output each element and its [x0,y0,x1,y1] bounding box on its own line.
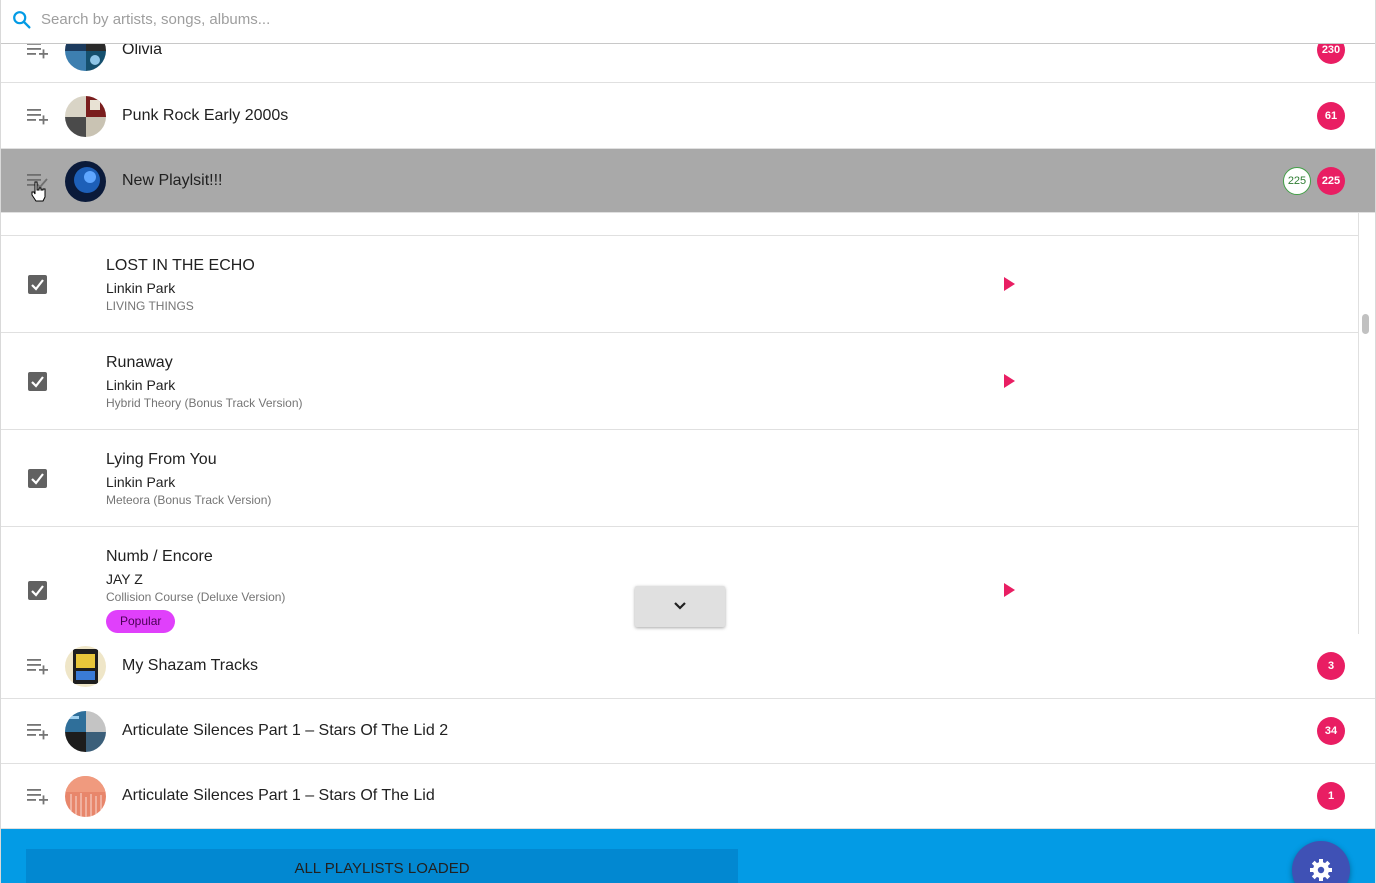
expand-more-button[interactable] [635,586,725,627]
queue-add-icon[interactable] [26,721,50,741]
play-icon[interactable] [1004,583,1015,597]
track-title: Runaway [106,354,173,371]
playlist-name: My Shazam Tracks [122,657,259,674]
playlist-name: Articulate Silences Part 1 – Stars Of Th… [122,722,449,739]
footer-bar: ALL PLAYLISTS LOADED [1,829,1375,883]
playlist-avatar [65,646,106,687]
load-status-text: ALL PLAYLISTS LOADED [294,860,470,877]
track-album: Collision Course (Deluxe Version) [106,590,286,604]
track-list: LOST IN THE ECHO Linkin Park LIVING THIN… [1,213,1359,634]
scrollbar-thumb[interactable] [1362,314,1369,334]
gear-icon [1310,859,1332,881]
popular-tag: Popular [106,610,176,633]
track-row[interactable]: LOST IN THE ECHO Linkin Park LIVING THIN… [1,236,1358,333]
track-checkbox[interactable] [28,469,47,488]
playlist-avatar [65,160,106,202]
track-count-badge: 225 [1317,166,1345,195]
track-count-badge: 3 [1317,652,1345,680]
playlist-name: Punk Rock Early 2000s [122,107,289,124]
queue-add-icon[interactable] [26,106,50,126]
playlist-name: New Playlsit!!! [122,171,223,189]
track-album: Hybrid Theory (Bonus Track Version) [106,396,303,410]
track-row[interactable]: Lying From You Linkin Park Meteora (Bonu… [1,430,1358,527]
playlist-avatar [65,96,106,137]
playlist-avatar [65,711,106,752]
track-album: Meteora (Bonus Track Version) [106,493,272,507]
playlist-avatar [65,776,106,817]
track-checkbox[interactable] [28,275,47,294]
track-artist: Linkin Park [106,377,176,393]
track-artist: JAY Z [106,571,143,587]
playlist-row[interactable]: Punk Rock Early 2000s 61 [1,84,1375,149]
track-artist: Linkin Park [106,474,176,490]
selected-count-badge: 225 [1283,166,1311,195]
track-title: LOST IN THE ECHO [106,257,255,274]
playlist-row[interactable]: Articulate Silences Part 1 – Stars Of Th… [1,699,1375,764]
track-count-badge: 61 [1317,102,1345,130]
playlist-row-selected[interactable]: New Playlsit!!! 225 225 [1,149,1375,213]
search-icon [13,11,31,29]
track-album: LIVING THINGS [106,299,194,313]
playlist-row[interactable]: Articulate Silences Part 1 – Stars Of Th… [1,764,1375,829]
track-title: Numb / Encore [106,548,213,565]
play-icon[interactable] [1004,277,1015,291]
load-status-bar: ALL PLAYLISTS LOADED [26,849,738,883]
play-icon[interactable] [1004,374,1015,388]
track-checkbox[interactable] [28,372,47,391]
app-window: Olivia 230 Punk Rock Early 2000s 61 [0,0,1376,883]
track-artist: Linkin Park [106,280,176,296]
playlist-name: Articulate Silences Part 1 – Stars Of Th… [122,787,435,804]
list-spacer [1,213,1358,236]
chevron-down-icon [674,602,686,610]
queue-add-icon[interactable] [26,786,50,806]
pointer-cursor-icon [31,181,46,202]
queue-add-icon[interactable] [26,656,50,676]
track-row[interactable]: Runaway Linkin Park Hybrid Theory (Bonus… [1,333,1358,430]
track-title: Lying From You [106,451,217,468]
search-bar [1,0,1375,44]
search-input[interactable] [41,8,841,30]
track-checkbox[interactable] [28,581,47,600]
playlist-row[interactable]: My Shazam Tracks 3 [1,634,1375,699]
track-count-badge: 1 [1317,782,1345,810]
track-count-badge: 34 [1317,717,1345,745]
settings-button[interactable] [1292,841,1350,883]
